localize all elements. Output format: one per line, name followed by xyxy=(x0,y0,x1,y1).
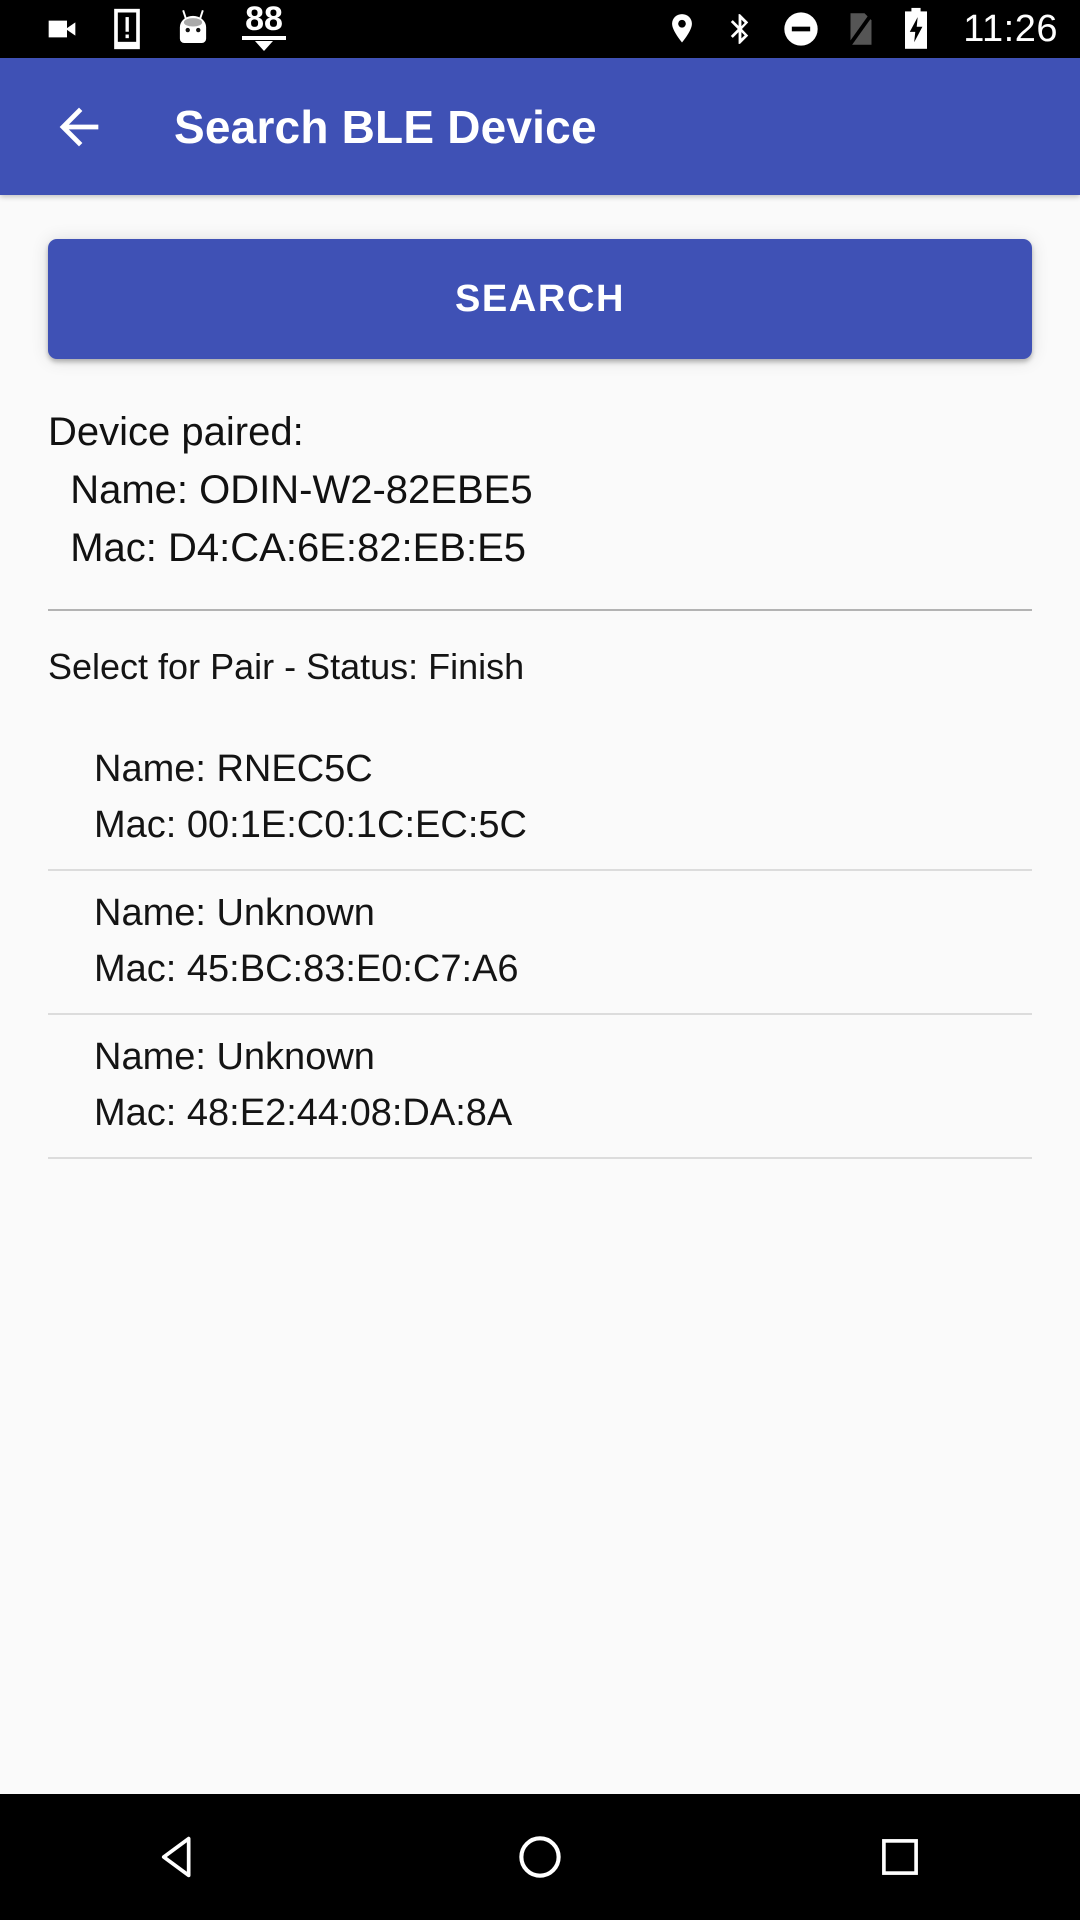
list-item[interactable]: Name: Unknown Mac: 48:E2:44:08:DA:8A xyxy=(0,1015,1080,1157)
list-item[interactable]: Name: RNEC5C Mac: 00:1E:C0:1C:EC:5C xyxy=(0,727,1080,869)
phone-screen: 88 11:26 Search BLE Device SEARCH Device… xyxy=(0,0,1080,1920)
battery-charging-icon xyxy=(901,7,931,51)
status-bar-clock: 11:26 xyxy=(963,7,1058,50)
nav-home-icon[interactable] xyxy=(460,1794,620,1920)
app-bar: Search BLE Device xyxy=(0,58,1080,195)
do-not-disturb-icon xyxy=(781,9,821,49)
nav-recents-icon[interactable] xyxy=(820,1794,980,1920)
no-sim-card-icon xyxy=(845,8,877,50)
device-mac: Mac: 48:E2:44:08:DA:8A xyxy=(94,1092,513,1134)
device-mac: Mac: 45:BC:83:E0:C7:A6 xyxy=(94,948,519,990)
device-alert-icon xyxy=(110,7,144,51)
status-bar: 88 11:26 xyxy=(0,0,1080,58)
battery-level-88-icon: 88 xyxy=(242,0,286,52)
device-name: Name: Unknown xyxy=(94,1036,375,1078)
search-button[interactable]: SEARCH xyxy=(48,239,1032,359)
list-item[interactable]: Name: Unknown Mac: 45:BC:83:E0:C7:A6 xyxy=(0,871,1080,1013)
status-bar-right-icons: 11:26 xyxy=(665,7,1058,51)
main-content: SEARCH Device paired: Name: ODIN-W2-82EB… xyxy=(0,195,1080,1794)
paired-heading: Device paired: xyxy=(48,410,304,454)
android-head-icon xyxy=(172,8,214,50)
device-list: Name: RNEC5C Mac: 00:1E:C0:1C:EC:5C Name… xyxy=(0,727,1080,1159)
paired-device-mac: Mac: D4:CA:6E:82:EB:E5 xyxy=(48,526,526,570)
device-name: Name: RNEC5C xyxy=(94,748,373,790)
status-bar-left-icons: 88 xyxy=(42,0,286,53)
battery-level-value: 88 xyxy=(245,0,283,38)
device-mac: Mac: 00:1E:C0:1C:EC:5C xyxy=(94,804,527,846)
paired-device-section: Device paired: Name: ODIN-W2-82EBE5 Mac:… xyxy=(0,403,1080,577)
select-pair-status: Select for Pair - Status: Finish xyxy=(48,646,525,687)
bluetooth-icon xyxy=(723,7,757,51)
paired-device-name: Name: ODIN-W2-82EBE5 xyxy=(48,468,533,512)
back-arrow-icon[interactable] xyxy=(48,96,110,158)
nav-back-icon[interactable] xyxy=(100,1794,260,1920)
device-name: Name: Unknown xyxy=(94,892,375,934)
video-camera-icon xyxy=(42,9,82,49)
list-divider xyxy=(48,1157,1032,1159)
location-pin-icon xyxy=(665,7,699,51)
page-title: Search BLE Device xyxy=(174,100,597,153)
navigation-bar xyxy=(0,1794,1080,1920)
battery-level-spark xyxy=(255,41,273,52)
